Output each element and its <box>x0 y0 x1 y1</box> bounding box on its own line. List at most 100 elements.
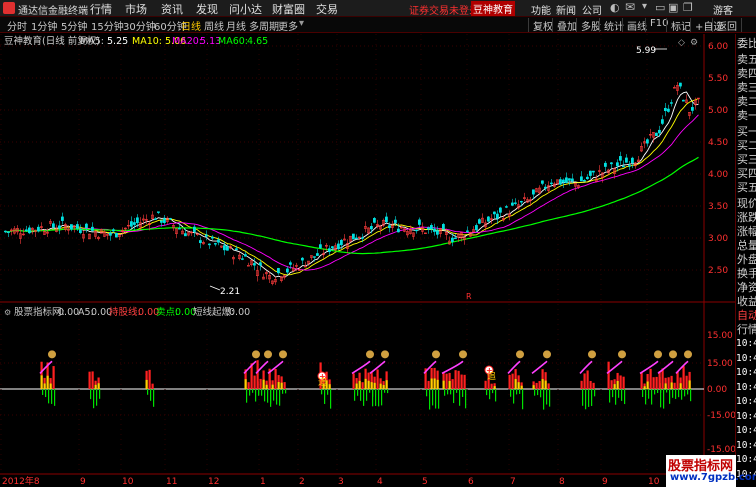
tf-1min[interactable]: 1分钟 <box>30 18 58 33</box>
indicator-green-bar <box>270 389 272 404</box>
candle-body <box>354 237 358 240</box>
menu-function[interactable]: 功能 <box>531 2 551 17</box>
date-tick-label: 7 <box>510 477 516 487</box>
menu-wealth[interactable]: 财富圈 <box>272 1 305 17</box>
indicator-red-bar <box>52 366 55 389</box>
indicator-yellow-bar <box>433 378 436 389</box>
indicator-yellow-bar <box>97 383 100 389</box>
candle-body <box>564 177 568 183</box>
back-button[interactable]: 返回 <box>712 18 742 33</box>
candle-body <box>441 224 445 230</box>
date-tick-label: 4 <box>377 477 383 487</box>
indicator-yellow-bar <box>367 380 370 389</box>
menu-discover[interactable]: 发现 <box>196 1 218 17</box>
indicator-yellow-bar <box>679 383 682 389</box>
tick-time: 10:49 <box>736 367 756 378</box>
candle-body <box>130 221 133 227</box>
candle-body <box>60 216 64 221</box>
tick-times: 10:48 10:48 10:49 10:49 10:49 10:49 10:4… <box>736 337 756 482</box>
tf-more[interactable]: 更多 <box>277 18 299 33</box>
indicator-green-bar <box>621 389 623 401</box>
side-label-turnover: 换手 <box>737 267 756 280</box>
tf-30min[interactable]: 30分钟 <box>122 18 157 33</box>
maximize-icon[interactable]: ▣ <box>668 1 678 14</box>
indicator-red-bar <box>592 382 595 389</box>
menu-newsflash[interactable]: 新闻 <box>556 2 576 17</box>
indicator-green-bar <box>651 389 653 405</box>
candle-body <box>288 262 292 265</box>
indicator-red-bar <box>655 376 658 389</box>
menu-company[interactable]: 公司 <box>582 2 602 17</box>
candle-body <box>247 265 250 267</box>
tf-multi[interactable]: 多周期 <box>248 18 280 33</box>
login-notice[interactable]: 证券交易未登录 <box>409 2 479 17</box>
candle-body <box>549 182 553 185</box>
menu-news[interactable]: 资讯 <box>161 1 183 17</box>
tf-15min[interactable]: 15分钟 <box>90 18 125 33</box>
indicator-green-bar <box>444 389 446 396</box>
menu-quotes[interactable]: 行情 <box>90 1 112 17</box>
chart-area[interactable]: ++ 6.00 5.50 5.00 4.50 4.00 3.50 3.00 2.50 15.00… <box>0 34 735 487</box>
tf-timeshare[interactable]: 分时 <box>6 18 28 33</box>
tick-time: 10:49 <box>736 425 756 436</box>
indicator-green-bar <box>690 389 692 402</box>
candle-body <box>217 239 220 243</box>
indicator-green-bar <box>93 389 95 409</box>
menu-trade[interactable]: 交易 <box>316 1 338 17</box>
tf-monthly[interactable]: 月线 <box>225 18 247 33</box>
indicator-green-bar <box>546 389 548 405</box>
indicator-green-bar <box>267 389 269 403</box>
indicator-green-bar <box>387 389 389 394</box>
tf-daily[interactable]: 日线 <box>180 18 202 33</box>
diamond-icon[interactable]: ◇ <box>678 38 685 48</box>
message-icon[interactable]: ✉ <box>625 0 635 14</box>
tf-more-chevron-icon[interactable]: ▾ <box>298 18 305 29</box>
indicator-green-bar <box>42 389 44 395</box>
trade-tab[interactable]: 行情 <box>737 323 756 337</box>
indicator-red-bar <box>547 383 550 389</box>
menu-market[interactable]: 市场 <box>125 1 147 17</box>
candle-body <box>453 237 457 240</box>
indicator-green-bar <box>249 389 251 396</box>
indicator-green-bar <box>537 389 539 396</box>
candle-body <box>115 232 118 238</box>
indicator-red-bar <box>508 374 511 389</box>
indicator-green-bar <box>453 389 455 404</box>
tf-weekly[interactable]: 周线 <box>203 18 225 33</box>
side-label-buy3: 买三 <box>737 153 756 166</box>
candle-body <box>540 180 544 184</box>
candle-body <box>645 139 649 144</box>
auto-toggle[interactable]: 自动 <box>737 309 756 323</box>
candle-body <box>51 223 55 228</box>
ma5-label: MA5: <box>80 36 104 47</box>
indicator-green-bar <box>327 389 329 395</box>
broker-badge[interactable]: 豆神教育 <box>471 1 515 16</box>
menu-ask[interactable]: 问小达 <box>229 1 262 17</box>
skin-icon[interactable]: ◐ <box>610 1 620 14</box>
candle-body <box>669 102 673 104</box>
tf-5min[interactable]: 5分钟 <box>60 18 88 33</box>
minimize-icon[interactable]: ▭ <box>655 1 665 14</box>
candle-body <box>318 244 322 248</box>
candle-body <box>154 218 157 220</box>
indicator-yellow-bar <box>94 384 97 389</box>
guest-label[interactable]: 游客 <box>713 2 733 17</box>
restore-icon[interactable]: ❐ <box>683 1 693 14</box>
indicator-yellow-bar <box>385 380 388 389</box>
candle-body <box>618 156 622 161</box>
candle-body <box>253 263 256 266</box>
settings-icon[interactable]: ⚙ <box>690 38 698 48</box>
chevron-down-icon[interactable]: ▾ <box>642 1 647 12</box>
indicator-yellow-bar <box>532 385 535 389</box>
candlestick-layer[interactable] <box>4 81 700 286</box>
candle-body <box>510 202 514 206</box>
indicator-yellow-bar <box>664 383 667 389</box>
candle-body <box>27 227 31 234</box>
candle-body <box>663 107 667 112</box>
indicator-green-bar <box>666 389 668 393</box>
indicator-settings-icon[interactable]: ⚙ <box>4 308 11 317</box>
indicator-green-bar <box>663 389 665 409</box>
candle-body <box>657 129 661 134</box>
indicator-yellow-bar <box>646 381 649 389</box>
indicator-green-bar <box>492 389 494 394</box>
